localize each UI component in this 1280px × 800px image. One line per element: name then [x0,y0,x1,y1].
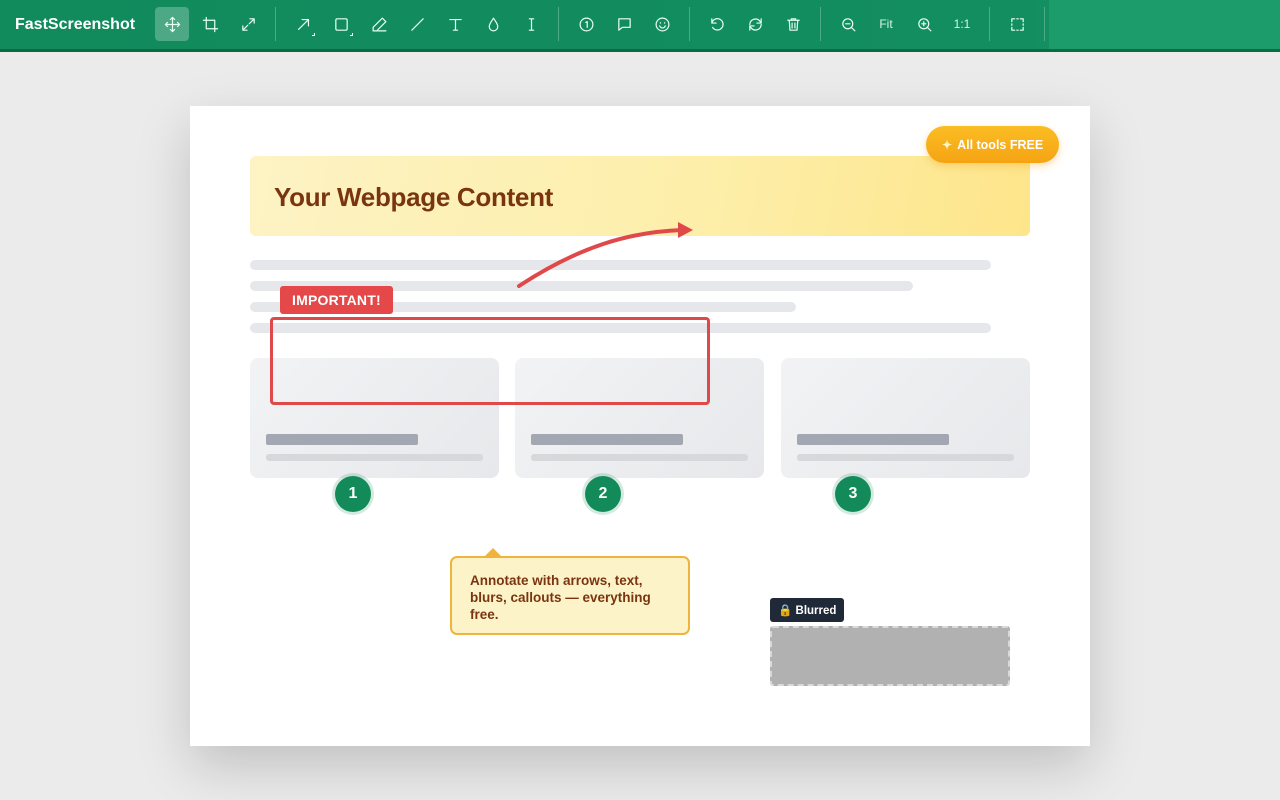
delete-button[interactable] [776,7,810,41]
blur-tool-icon [488,17,498,31]
cursor-text-tool-button[interactable] [514,7,548,41]
resize-tool-button[interactable] [231,7,265,41]
placeholder-text-line [250,260,991,270]
arrow-tool-icon [297,18,309,30]
cursor-text-icon [528,17,534,31]
step-marker[interactable]: 1 [335,476,371,512]
text-tool-icon [448,18,462,31]
move-icon [164,16,180,32]
crop-icon [202,16,218,32]
callout-annotation[interactable]: Annotate with arrows, text, blurs, callo… [450,548,690,635]
important-label-annotation[interactable]: IMPORTANT! [280,286,393,314]
delete-icon [786,17,800,31]
rectangle-tool-button[interactable] [324,7,358,41]
toolbar-divider [558,7,559,41]
toolbar-divider [820,7,821,41]
redo-button[interactable] [738,7,772,41]
undo-button[interactable] [700,7,734,41]
text-tool-button[interactable] [438,7,472,41]
toolbar-divider [275,7,276,41]
card-text-placeholder [797,454,1014,461]
free-tools-badge: ✦ All tools FREE [926,126,1060,163]
fit-button[interactable]: Fit [869,17,903,31]
move-tool-button[interactable] [155,7,189,41]
line-tool-icon [410,17,424,31]
line-tool-button[interactable] [400,7,434,41]
card-text-placeholder [266,454,483,461]
free-tools-badge-label: All tools FREE [957,137,1044,152]
toolbar-divider [1044,7,1045,41]
callout-icon [617,17,631,31]
blur-region[interactable] [770,626,1010,686]
card-title-placeholder [531,434,683,445]
undo-icon [710,17,724,31]
pen-tool-icon [372,17,386,31]
tool-group: Fit 1:1 [155,7,1055,41]
content-card [781,358,1030,478]
step-marker[interactable]: 3 [835,476,871,512]
screenshot-canvas[interactable]: Your Webpage Content ✦ All tools FREE IM… [190,106,1090,746]
toolbar-divider [989,7,990,41]
hero-banner: Your Webpage Content [250,156,1030,236]
zoom-in-button[interactable] [907,7,941,41]
submenu-indicator-icon [312,33,315,36]
blur-tool-button[interactable] [476,7,510,41]
sparkle-icon: ✦ [942,137,953,152]
submenu-indicator-icon [350,33,353,36]
toolbar: FastScreenshot Fit 1:1 [0,0,1280,52]
arrow-tool-button[interactable] [286,7,320,41]
blur-label: 🔒 Blurred [770,598,845,622]
toolbar-strip [1049,0,1280,49]
callout-text: Annotate with arrows, text, blurs, callo… [470,573,651,622]
select-area-button[interactable] [1000,7,1034,41]
card-text-placeholder [531,454,748,461]
zoom-out-icon [841,17,855,31]
rectangle-tool-icon [334,17,348,31]
actual-size-button[interactable]: 1:1 [945,17,979,31]
rectangle-annotation[interactable] [270,317,710,405]
pen-tool-button[interactable] [362,7,396,41]
redo-icon [748,17,762,31]
step-marker[interactable]: 2 [585,476,621,512]
emoji-icon [655,17,669,31]
callout-pointer [484,548,502,557]
app-title: FastScreenshot [15,15,136,33]
zoom-out-button[interactable] [831,7,865,41]
resize-icon [241,17,255,31]
step-number-icon [579,17,593,31]
zoom-in-icon [917,17,931,31]
step-number-tool-button[interactable] [569,7,603,41]
crop-tool-button[interactable] [193,7,227,41]
card-title-placeholder [266,434,418,445]
select-area-icon [1010,17,1024,31]
emoji-tool-button[interactable] [645,7,679,41]
hero-title: Your Webpage Content [274,182,554,212]
callout-tool-button[interactable] [607,7,641,41]
toolbar-divider [689,7,690,41]
card-title-placeholder [797,434,949,445]
